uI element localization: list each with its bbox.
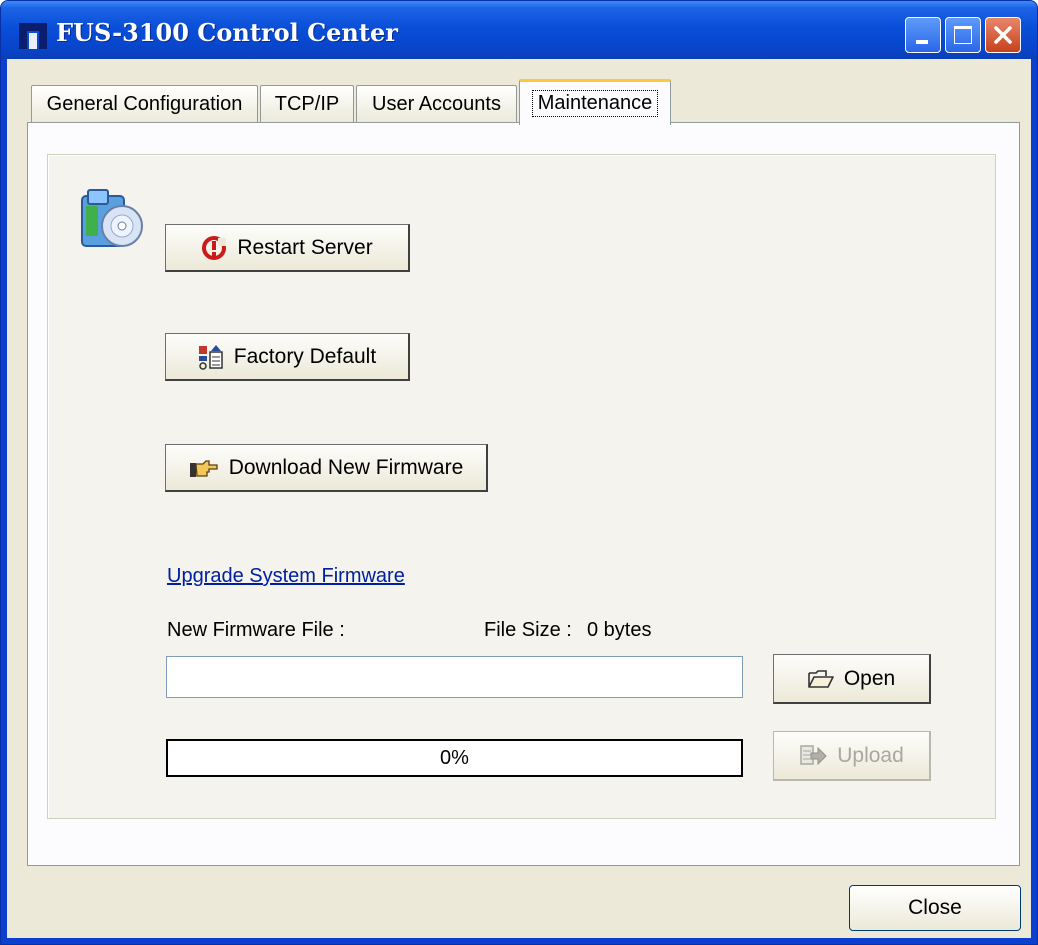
minimize-icon xyxy=(916,40,928,44)
file-size-value: 0 bytes xyxy=(587,619,652,641)
tab-general-configuration[interactable]: General Configuration xyxy=(31,85,258,123)
window-title: FUS-3100 Control Center xyxy=(56,18,398,47)
restart-server-button[interactable]: Restart Server xyxy=(165,224,410,272)
upload-icon xyxy=(800,744,827,765)
hand-pointer-icon xyxy=(189,459,218,477)
close-icon xyxy=(994,26,1012,44)
firmware-file-input[interactable] xyxy=(166,656,743,698)
factory-default-label: Factory Default xyxy=(233,344,377,368)
title-bar[interactable]: FUS-3100 Control Center xyxy=(1,1,1037,59)
upload-button[interactable]: Upload xyxy=(773,731,931,781)
app-logo-icon xyxy=(19,23,47,49)
upload-progress-bar: 0% xyxy=(166,739,743,777)
progress-text: 0% xyxy=(440,746,469,769)
window-close-button[interactable] xyxy=(985,17,1021,53)
maximize-button[interactable] xyxy=(945,17,981,53)
minimize-button[interactable] xyxy=(905,17,941,53)
tab-label: Maintenance xyxy=(531,90,659,117)
tab-tcp-ip[interactable]: TCP/IP xyxy=(260,85,354,123)
factory-default-icon xyxy=(198,344,223,370)
open-folder-icon xyxy=(808,669,834,688)
restart-icon xyxy=(202,235,227,260)
open-button[interactable]: Open xyxy=(773,654,931,704)
maintenance-cd-icon xyxy=(81,189,143,247)
upgrade-firmware-link[interactable]: Upgrade System Firmware xyxy=(167,565,405,588)
file-size-label: File Size : xyxy=(484,619,572,641)
tab-maintenance[interactable]: Maintenance xyxy=(519,79,671,125)
dialog-body: General Configuration TCP/IP User Accoun… xyxy=(7,59,1031,938)
upload-button-label: Upload xyxy=(837,743,904,767)
restart-server-label: Restart Server xyxy=(237,235,373,259)
factory-default-button[interactable]: Factory Default xyxy=(165,333,410,381)
tab-user-accounts[interactable]: User Accounts xyxy=(356,85,517,123)
firmware-file-label: New Firmware File : xyxy=(167,619,345,641)
tab-label: TCP/IP xyxy=(274,93,340,115)
maximize-icon xyxy=(954,26,972,44)
close-button[interactable]: Close xyxy=(849,885,1021,931)
open-button-label: Open xyxy=(843,666,896,690)
app-window: FUS-3100 Control Center General Configur… xyxy=(0,0,1038,945)
download-firmware-button[interactable]: Download New Firmware xyxy=(165,444,488,492)
tab-label: General Configuration xyxy=(46,93,243,115)
download-firmware-label: Download New Firmware xyxy=(228,455,464,479)
close-button-label: Close xyxy=(908,896,962,919)
tab-label: User Accounts xyxy=(372,93,501,115)
